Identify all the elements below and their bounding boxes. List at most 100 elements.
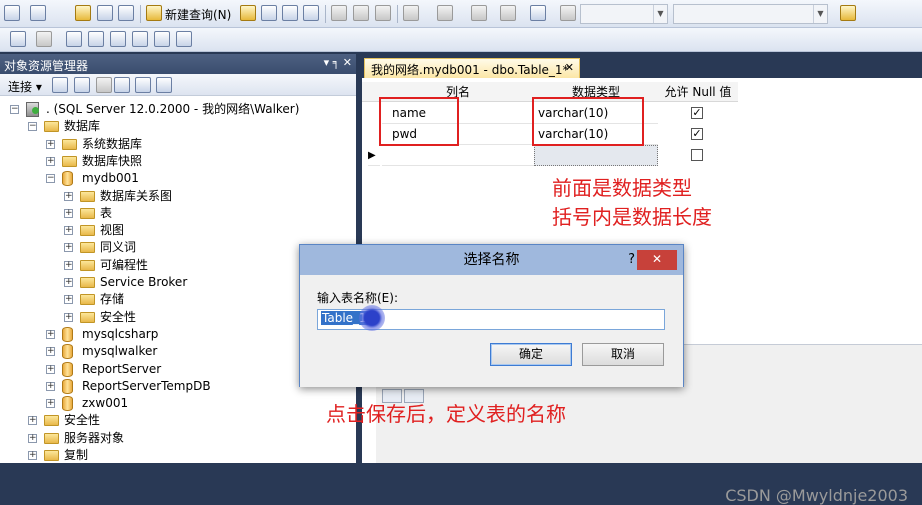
- tree-node[interactable]: + 安全性: [0, 412, 356, 429]
- expand-icon[interactable]: +: [28, 433, 37, 443]
- row-selector-icon[interactable]: ▶: [368, 145, 380, 166]
- relationships-icon[interactable]: [66, 31, 82, 47]
- spatial-index-icon[interactable]: [176, 31, 192, 47]
- main-toolbar: 新建查询(N) ▼ ▼: [0, 0, 922, 28]
- tree-node-label: mysqlcsharp: [82, 326, 159, 341]
- expand-icon[interactable]: +: [46, 347, 55, 357]
- new-query-icon[interactable]: [146, 5, 162, 21]
- activity-monitor-icon[interactable]: [530, 5, 546, 21]
- analysis-query-icon[interactable]: [261, 5, 277, 21]
- tab-table-designer[interactable]: 我的网络.mydb001 - dbo.Table_1* ✕: [364, 58, 580, 78]
- expand-icon[interactable]: +: [46, 399, 55, 409]
- connect-icon[interactable]: [52, 77, 68, 93]
- type-highlight-box: [532, 97, 644, 146]
- tree-node-label: 视图: [100, 223, 125, 238]
- tree-node-label: zxw001: [82, 396, 129, 411]
- run-icon[interactable]: [560, 5, 576, 21]
- connect-button[interactable]: 连接 ▾: [8, 78, 42, 95]
- cancel-button[interactable]: 取消: [582, 343, 664, 366]
- tree-node[interactable]: + 系统数据库: [0, 136, 356, 153]
- redo-icon[interactable]: [437, 5, 453, 21]
- new-query-button[interactable]: 新建查询(N): [165, 6, 231, 23]
- stop-icon[interactable]: [96, 77, 112, 93]
- disconnect-icon[interactable]: [74, 77, 90, 93]
- check-constraints-icon[interactable]: [154, 31, 170, 47]
- help-button[interactable]: ?: [628, 245, 635, 275]
- close-tab-icon[interactable]: ✕: [565, 61, 574, 74]
- primary-key-icon[interactable]: [36, 31, 52, 47]
- solution-config-select[interactable]: ▼: [580, 4, 668, 24]
- tree-node[interactable]: − mydb001: [0, 170, 356, 187]
- database-icon: [62, 326, 73, 342]
- navigate-back-icon[interactable]: [471, 5, 487, 21]
- summary-icon[interactable]: [156, 77, 172, 93]
- collapse-icon[interactable]: −: [46, 174, 55, 184]
- tree-node-label: 数据库: [64, 119, 101, 134]
- cut-icon[interactable]: [331, 5, 347, 21]
- collapse-icon[interactable]: −: [10, 105, 19, 114]
- allow-null-checkbox[interactable]: [691, 149, 703, 161]
- db-engine-query-icon[interactable]: [240, 5, 256, 21]
- expand-icon[interactable]: +: [64, 226, 73, 236]
- save-all-icon[interactable]: [118, 5, 134, 21]
- expand-icon[interactable]: +: [64, 191, 73, 201]
- cell-data-type[interactable]: [534, 145, 658, 166]
- expand-icon[interactable]: +: [46, 381, 55, 391]
- platform-select[interactable]: ▼: [673, 4, 828, 24]
- expand-icon[interactable]: +: [28, 451, 37, 460]
- tree-node[interactable]: + 数据库快照: [0, 153, 356, 170]
- tree-node[interactable]: − 数据库: [0, 118, 356, 135]
- expand-icon[interactable]: +: [46, 139, 55, 149]
- expand-icon[interactable]: +: [28, 416, 37, 426]
- tree-node-label: 数据库快照: [82, 153, 143, 168]
- tree-node[interactable]: + zxw001: [0, 395, 356, 412]
- navigate-forward-icon[interactable]: [500, 5, 516, 21]
- dmx-query-icon[interactable]: [282, 5, 298, 21]
- undo-icon[interactable]: [403, 5, 419, 21]
- folder-icon: [80, 311, 95, 323]
- find-in-files-icon[interactable]: [840, 5, 856, 21]
- indexes-icon[interactable]: [88, 31, 104, 47]
- expand-icon[interactable]: +: [46, 364, 55, 374]
- cell-column-name[interactable]: [382, 145, 534, 166]
- tree-node-label: 存储: [100, 292, 125, 307]
- folder-icon: [80, 207, 95, 219]
- expand-icon[interactable]: +: [64, 312, 73, 322]
- expand-icon[interactable]: +: [64, 260, 73, 270]
- tree-node-label: 同义词: [100, 240, 137, 255]
- tree-node[interactable]: + 视图: [0, 222, 356, 239]
- expand-icon[interactable]: +: [64, 295, 73, 305]
- tree-node[interactable]: − . (SQL Server 12.0.2000 - 我的网络\Walker): [0, 101, 356, 118]
- expand-icon[interactable]: +: [64, 208, 73, 218]
- tree-node-label: mydb001: [82, 171, 139, 186]
- close-dialog-button[interactable]: ✕: [637, 250, 677, 270]
- expand-icon[interactable]: +: [64, 243, 73, 253]
- allow-null-checkbox[interactable]: ✓: [691, 128, 703, 140]
- xml-index-icon[interactable]: [132, 31, 148, 47]
- expand-icon[interactable]: +: [64, 278, 73, 287]
- expand-icon[interactable]: +: [46, 329, 55, 339]
- generate-script-icon[interactable]: [10, 31, 26, 47]
- ok-button[interactable]: 确定: [490, 343, 572, 366]
- panel-pin-close-buttons[interactable]: ▾ ╕ ✕: [324, 56, 352, 69]
- tree-node[interactable]: + 数据库关系图: [0, 188, 356, 205]
- copy-icon[interactable]: [353, 5, 369, 21]
- expand-icon[interactable]: +: [46, 156, 55, 166]
- tree-node-label: 表: [100, 205, 113, 220]
- collapse-icon[interactable]: −: [28, 122, 37, 132]
- xmla-query-icon[interactable]: [303, 5, 319, 21]
- fulltext-index-icon[interactable]: [110, 31, 126, 47]
- column-header-nullable[interactable]: 允许 Null 值: [658, 82, 738, 102]
- paste-icon[interactable]: [375, 5, 391, 21]
- refresh-icon[interactable]: [135, 77, 151, 93]
- save-icon[interactable]: [97, 5, 113, 21]
- tree-node[interactable]: + 表: [0, 205, 356, 222]
- filter-icon[interactable]: [114, 77, 130, 93]
- add-item-icon[interactable]: [30, 5, 46, 21]
- open-file-icon[interactable]: [75, 5, 91, 21]
- tree-node[interactable]: + 服务器对象: [0, 430, 356, 447]
- tree-node[interactable]: + 复制: [0, 447, 356, 463]
- new-project-icon[interactable]: [4, 5, 20, 21]
- allow-null-checkbox[interactable]: ✓: [691, 107, 703, 119]
- watermark: CSDN @Mwyldnje2003: [725, 486, 908, 505]
